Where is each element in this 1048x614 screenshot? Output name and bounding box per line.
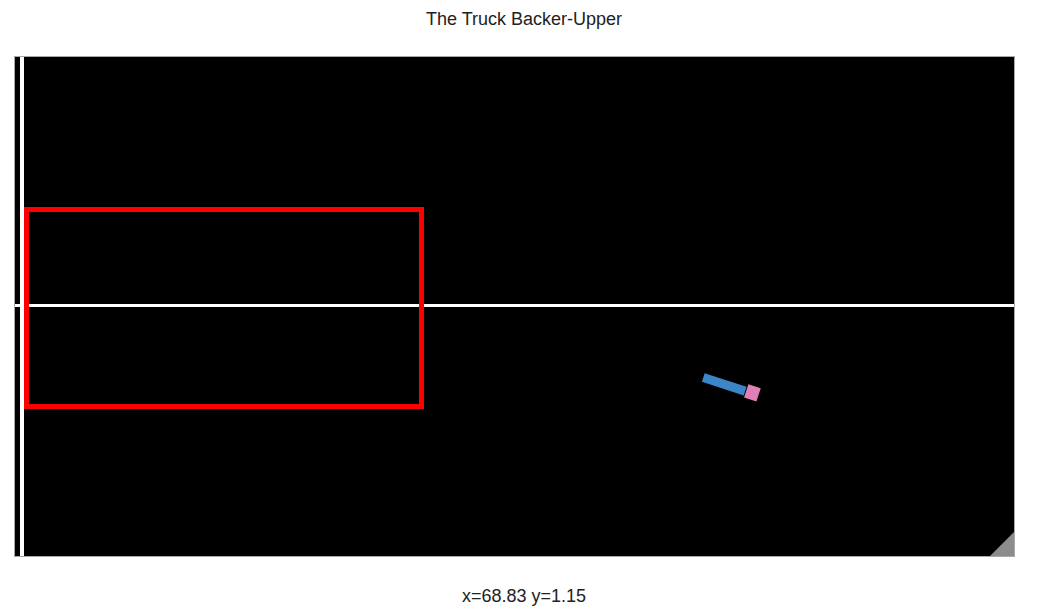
position-readout: x=68.83 y=1.15 [462, 584, 586, 608]
loading-dock-zone [24, 207, 424, 409]
trailer [702, 373, 747, 395]
horizontal-axis [15, 304, 1014, 307]
app-window: The Truck Backer-Upper x=68.83 y=1.15 [0, 0, 1048, 614]
cab [744, 384, 761, 401]
simulation-canvas[interactable] [14, 56, 1015, 557]
resize-grip-icon[interactable] [990, 532, 1014, 556]
window-title: The Truck Backer-Upper [426, 7, 622, 31]
truck[interactable] [701, 369, 761, 402]
